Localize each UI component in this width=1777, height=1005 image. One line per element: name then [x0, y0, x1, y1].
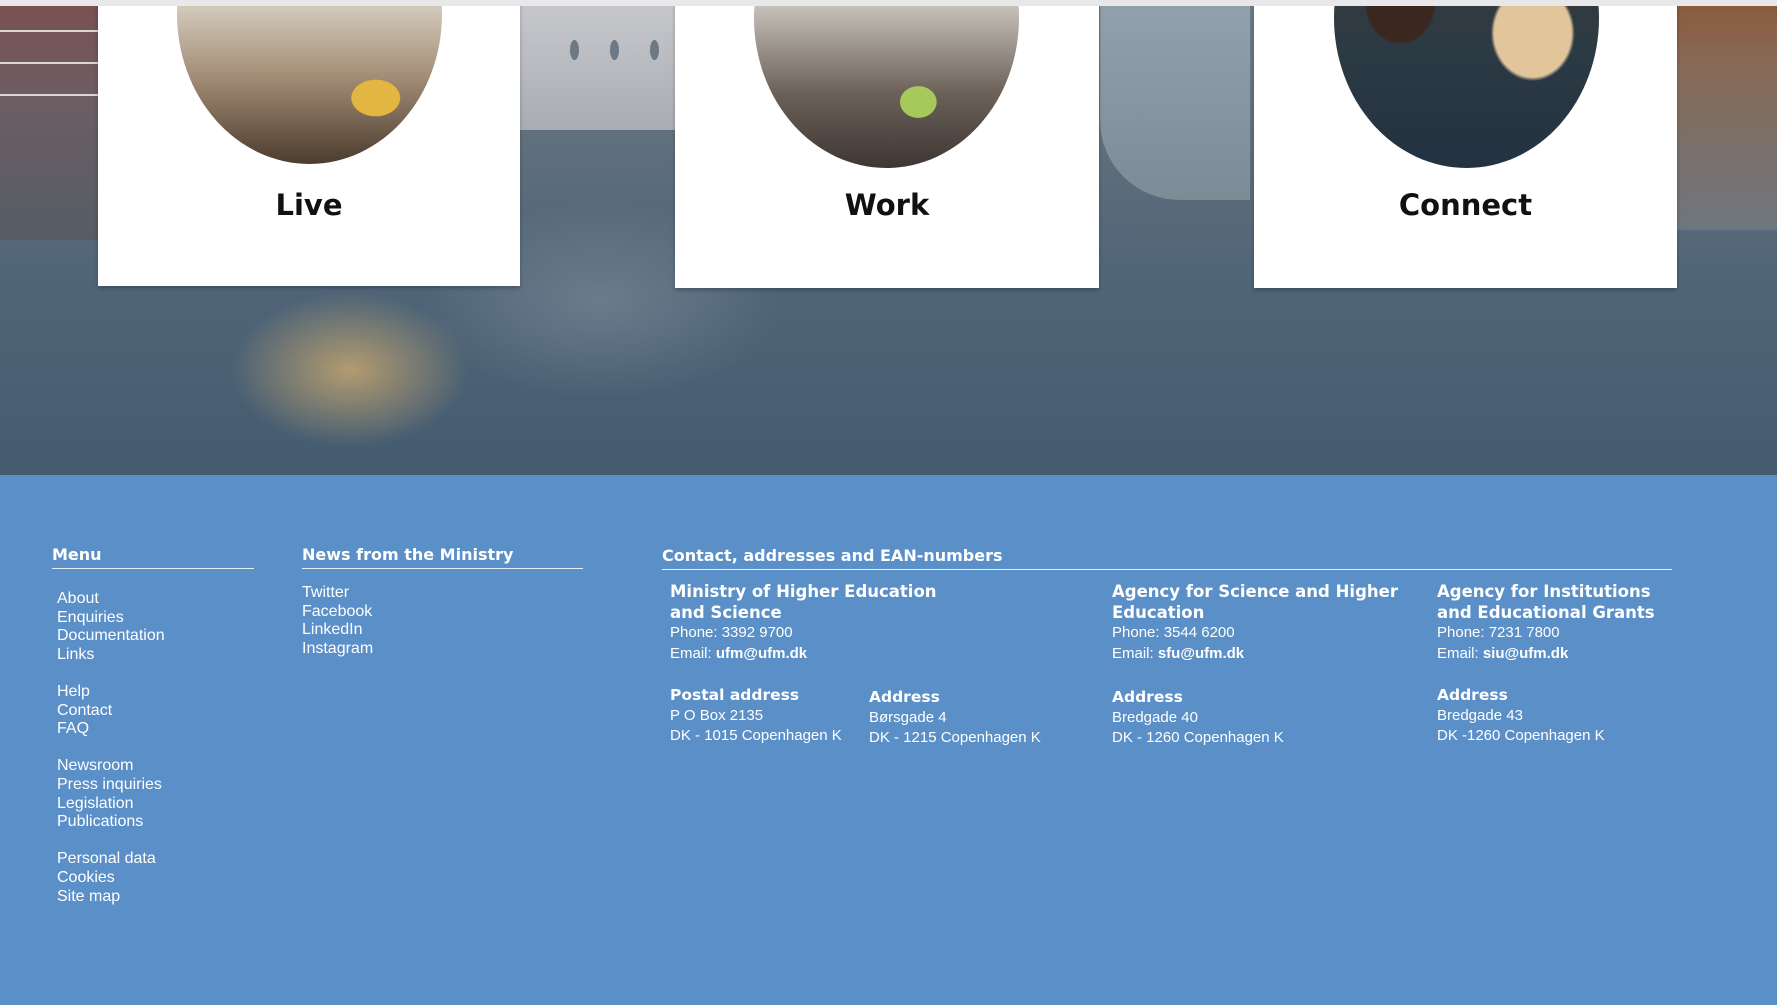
institutions-agency-contact: Agency for Institutions and Educational …: [1437, 582, 1655, 664]
institutions-agency-name-line2: and Educational Grants: [1437, 602, 1655, 622]
social-link-facebook[interactable]: Facebook: [302, 603, 373, 622]
hero-background: Live Work Connect: [0, 0, 1777, 475]
postal-address-line1: P O Box 2135: [670, 706, 764, 724]
menu-link-cookies[interactable]: Cookies: [57, 869, 165, 888]
menu-link-publications[interactable]: Publications: [57, 813, 165, 832]
menu-group-privacy: Personal data Cookies Site map: [57, 850, 165, 906]
ship-hull-right: [1100, 0, 1250, 200]
ministry-street-address: Address Børsgade 4 DK - 1215 Copenhagen …: [869, 687, 1041, 749]
menu-link-faq[interactable]: FAQ: [57, 720, 165, 739]
menu-link-site-map[interactable]: Site map: [57, 888, 165, 907]
harbor-pier: [1660, 0, 1777, 230]
top-border: [0, 0, 1777, 6]
menu-group-news: Newsroom Press inquiries Legislation Pub…: [57, 757, 165, 831]
institutions-agency-address-label: Address: [1437, 686, 1508, 704]
connect-photo: [1334, 0, 1599, 168]
science-agency-address-line1: Bredgade 40: [1112, 708, 1198, 726]
card-title-live: Live: [275, 188, 343, 222]
institutions-agency-address-line2: DK -1260 Copenhagen K: [1437, 727, 1605, 744]
institutions-agency-email-row: Email: siu@ufm.dk: [1437, 644, 1655, 665]
science-agency-address: Address Bredgade 40 DK - 1260 Copenhagen…: [1112, 687, 1284, 749]
menu-link-personal-data[interactable]: Personal data: [57, 850, 165, 869]
menu-group-about: About Enquiries Documentation Links: [57, 590, 165, 664]
ministry-address-line1: Børsgade 4: [869, 708, 947, 726]
footer-contact-heading: Contact, addresses and EAN-numbers: [662, 546, 1672, 570]
menu-link-newsroom[interactable]: Newsroom: [57, 757, 165, 776]
science-agency-address-line2: DK - 1260 Copenhagen K: [1112, 729, 1284, 746]
ministry-postal-address: Postal address P O Box 2135 DK - 1015 Co…: [670, 685, 842, 747]
science-agency-address-label: Address: [1112, 688, 1183, 706]
social-link-instagram[interactable]: Instagram: [302, 640, 373, 659]
ministry-email-label: Email:: [670, 644, 716, 662]
work-photo: [754, 0, 1019, 168]
menu-link-enquiries[interactable]: Enquiries: [57, 609, 165, 628]
footer-menu: About Enquiries Documentation Links Help…: [57, 590, 165, 925]
menu-link-legislation[interactable]: Legislation: [57, 795, 165, 814]
postal-address-label: Postal address: [670, 686, 800, 704]
science-agency-email-link[interactable]: sfu@ufm.dk: [1158, 645, 1244, 662]
ministry-address-line2: DK - 1215 Copenhagen K: [869, 729, 1041, 746]
science-agency-phone: Phone: 3544 6200: [1112, 624, 1235, 641]
ministry-phone: Phone: 3392 9700: [670, 624, 793, 641]
menu-link-about[interactable]: About: [57, 590, 165, 609]
science-agency-email-row: Email: sfu@ufm.dk: [1112, 644, 1398, 665]
ship-hull-middle: [520, 0, 690, 130]
science-agency-contact: Agency for Science and Higher Education …: [1112, 582, 1398, 664]
card-title-connect: Connect: [1398, 188, 1533, 222]
menu-link-help[interactable]: Help: [57, 683, 165, 702]
social-link-twitter[interactable]: Twitter: [302, 584, 373, 603]
postal-address-line2: DK - 1015 Copenhagen K: [670, 727, 842, 744]
card-live[interactable]: Live: [98, 0, 520, 286]
social-link-linkedin[interactable]: LinkedIn: [302, 621, 373, 640]
footer-news-heading: News from the Ministry: [302, 545, 583, 569]
institutions-agency-address: Address Bredgade 43 DK -1260 Copenhagen …: [1437, 685, 1605, 747]
footer-news-links: Twitter Facebook LinkedIn Instagram: [302, 584, 373, 658]
card-connect[interactable]: Connect: [1254, 0, 1677, 288]
site-footer: Menu About Enquiries Documentation Links…: [0, 475, 1777, 1005]
card-work[interactable]: Work: [675, 0, 1099, 288]
science-agency-name-line2: Education: [1112, 602, 1205, 622]
ministry-email-row: Email: ufm@ufm.dk: [670, 644, 937, 665]
menu-group-help: Help Contact FAQ: [57, 683, 165, 739]
institutions-agency-phone: Phone: 7231 7800: [1437, 624, 1560, 641]
ministry-name-line1: Ministry of Higher Education: [670, 582, 937, 601]
footer-menu-heading: Menu: [52, 545, 254, 569]
live-photo: [177, 0, 442, 164]
institutions-agency-email-link[interactable]: siu@ufm.dk: [1483, 645, 1568, 662]
ministry-address-label: Address: [869, 688, 940, 706]
menu-link-contact[interactable]: Contact: [57, 702, 165, 721]
menu-link-press-inquiries[interactable]: Press inquiries: [57, 776, 165, 795]
ministry-name-line2: and Science: [670, 602, 782, 622]
ministry-email-link[interactable]: ufm@ufm.dk: [716, 645, 807, 662]
card-title-work: Work: [844, 188, 930, 222]
science-agency-email-label: Email:: [1112, 644, 1158, 662]
menu-link-documentation[interactable]: Documentation: [57, 627, 165, 646]
institutions-agency-address-line1: Bredgade 43: [1437, 706, 1523, 724]
menu-link-links[interactable]: Links: [57, 646, 165, 665]
ministry-contact: Ministry of Higher Education and Science…: [670, 582, 937, 664]
institutions-agency-email-label: Email:: [1437, 644, 1483, 662]
institutions-agency-name-line1: Agency for Institutions: [1437, 582, 1651, 601]
science-agency-name-line1: Agency for Science and Higher: [1112, 582, 1398, 601]
